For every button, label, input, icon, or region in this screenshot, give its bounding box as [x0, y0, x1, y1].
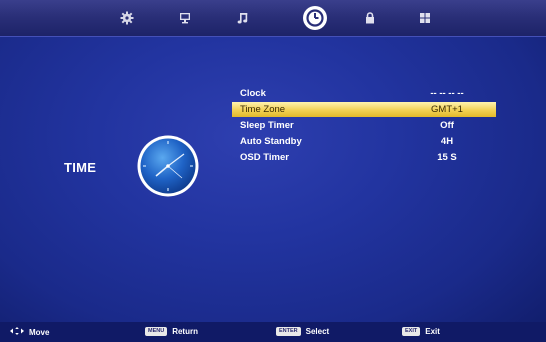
time-settings-list: Clock -- -- -- -- Time Zone GMT+1 Sleep …: [232, 86, 496, 166]
exit-key: EXIT: [402, 327, 421, 336]
setting-row-time-zone[interactable]: Time Zone GMT+1: [232, 102, 496, 117]
return-label: Return: [172, 327, 198, 336]
return-hint: MENU Return: [145, 327, 198, 336]
setting-value: 4H: [440, 136, 454, 147]
page-title: TIME: [64, 160, 97, 175]
tv-osd-screen: TIME Clock -- -- -- -- Time Zone GMT+1 S…: [0, 0, 546, 342]
select-hint: ENTER Select: [276, 327, 329, 336]
setting-label: Sleep Timer: [240, 120, 294, 131]
top-menu-bar: [0, 0, 546, 37]
exit-label: Exit: [425, 327, 440, 336]
setting-row-osd-timer[interactable]: OSD Timer 15 S: [232, 150, 496, 165]
setting-value: GMT+1: [431, 104, 463, 115]
move-label: Move: [29, 327, 50, 337]
footer-hint-bar: Move MENU Return ENTER Select EXIT Exit: [0, 322, 546, 342]
monitor-icon[interactable]: [176, 9, 194, 27]
gear-icon[interactable]: [118, 9, 136, 27]
exit-hint: EXIT Exit: [402, 327, 440, 336]
analog-clock-icon: [136, 134, 200, 198]
clock-icon[interactable]: [303, 6, 327, 30]
setting-label: Clock: [240, 88, 266, 99]
select-label: Select: [305, 327, 330, 336]
setting-value: 15 S: [437, 152, 457, 163]
setting-value: Off: [440, 120, 454, 131]
menu-key: MENU: [145, 327, 168, 336]
move-arrows-icon: [10, 327, 24, 337]
setting-row-sleep-timer[interactable]: Sleep Timer Off: [232, 118, 496, 133]
lock-icon[interactable]: [361, 9, 379, 27]
setting-label: OSD Timer: [240, 152, 289, 163]
setting-label: Auto Standby: [240, 136, 302, 147]
move-hint: Move: [10, 327, 49, 337]
enter-key: ENTER: [276, 327, 301, 336]
setting-label: Time Zone: [240, 104, 286, 115]
music-note-icon[interactable]: [234, 9, 252, 27]
setting-value: -- -- -- --: [430, 88, 464, 99]
setting-row-auto-standby[interactable]: Auto Standby 4H: [232, 134, 496, 149]
setting-row-clock[interactable]: Clock -- -- -- --: [232, 86, 496, 101]
grid-icon[interactable]: [416, 9, 434, 27]
